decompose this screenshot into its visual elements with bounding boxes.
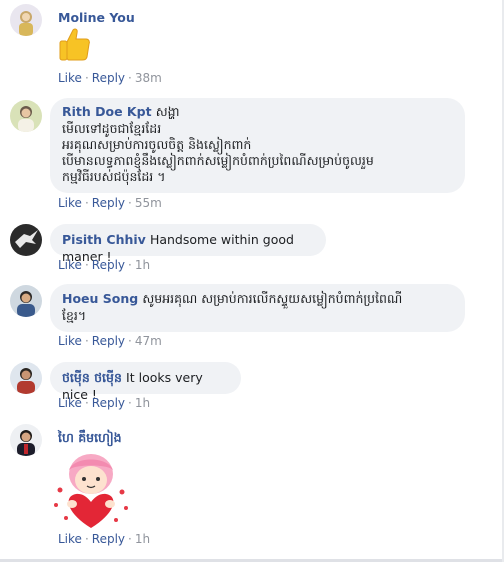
comment-text: សង្ហា: [155, 104, 180, 119]
comment-text-line: អរគុណសម្រាប់ការចូលចិត្ត និងស្លៀកពាក់: [62, 137, 252, 152]
reply-link[interactable]: Reply: [92, 258, 125, 272]
comment-actions: Like · Reply · 55m: [58, 196, 162, 210]
comment-author[interactable]: Hoeu Song: [62, 291, 138, 306]
like-link[interactable]: Like: [58, 71, 82, 85]
separator: ·: [128, 71, 132, 85]
avatar[interactable]: [10, 285, 42, 317]
separator: ·: [84, 258, 89, 272]
reply-link[interactable]: Reply: [92, 71, 125, 85]
separator: ·: [84, 196, 89, 210]
like-link[interactable]: Like: [58, 196, 82, 210]
timestamp[interactable]: 47m: [135, 334, 162, 348]
like-link[interactable]: Like: [58, 396, 82, 410]
separator: ·: [128, 334, 132, 348]
comment-author[interactable]: ហៃ គឹមហៀង: [58, 430, 122, 449]
comment-actions: Like · Reply · 38m: [58, 71, 162, 85]
comment-actions: Like · Reply · 1h: [58, 396, 150, 410]
separator: ·: [84, 396, 89, 410]
comment-text-line: បើមានលទ្ធភាពខ្ញុំនឹងស្លៀកពាក់សម្លៀកបំពាក…: [62, 153, 374, 168]
separator: ·: [128, 532, 132, 546]
comment-actions: Like · Reply · 1h: [58, 258, 150, 272]
avatar[interactable]: [10, 100, 42, 132]
avatar[interactable]: [10, 4, 42, 36]
like-link[interactable]: Like: [58, 532, 82, 546]
timestamp[interactable]: 1h: [135, 396, 150, 410]
comment-bubble: Pisith Chhiv Handsome within good maner …: [50, 224, 326, 264]
separator: ·: [84, 532, 89, 546]
timestamp[interactable]: 1h: [135, 258, 150, 272]
like-link[interactable]: Like: [58, 258, 82, 272]
separator: ·: [128, 258, 132, 272]
separator: ·: [128, 396, 132, 410]
comment-bubble: ថម៉ើន ថម៉ើន It looks very nice !: [50, 362, 241, 402]
comment-bubble: Hoeu Song សូមអរគុណ សម្រាប់ការលើកស្ទួយសម្…: [50, 284, 465, 332]
comment-text-line: កម្មវិធីរបស់ជប៉ុនដែរ ។: [62, 169, 166, 184]
comment-actions: Like · Reply · 47m: [58, 334, 162, 348]
comment-actions: Like · Reply · 1h: [58, 532, 150, 546]
avatar[interactable]: [10, 424, 42, 456]
separator: ·: [84, 71, 89, 85]
comment-author[interactable]: Pisith Chhiv: [62, 232, 146, 247]
reply-link[interactable]: Reply: [92, 196, 125, 210]
comment-author[interactable]: Moline You: [58, 10, 135, 25]
comment-author[interactable]: Rith Doe Kpt: [62, 104, 152, 119]
avatar[interactable]: [10, 362, 42, 394]
girl-heart-sticker: [50, 450, 132, 530]
avatar[interactable]: [10, 224, 42, 256]
reply-link[interactable]: Reply: [92, 396, 125, 410]
reply-link[interactable]: Reply: [92, 334, 125, 348]
comment-text: សូមអរគុណ សម្រាប់ការលើកស្ទួយសម្លៀកបំពាក់ប…: [142, 291, 403, 306]
comment-text-line: មើលទៅដូចជាខ្មែរដែរ: [62, 121, 162, 136]
comment-text-line: ខ្មែរ។: [62, 308, 87, 323]
separator: ·: [84, 334, 89, 348]
comment-bubble: Rith Doe Kpt សង្ហា មើលទៅដូចជាខ្មែរដែរ អរ…: [50, 98, 465, 193]
thumbs-up-emoji: [58, 26, 92, 62]
comment-author[interactable]: ថម៉ើន ថម៉ើន: [62, 370, 122, 385]
timestamp[interactable]: 1h: [135, 532, 150, 546]
like-link[interactable]: Like: [58, 334, 82, 348]
timestamp[interactable]: 38m: [135, 71, 162, 85]
separator: ·: [128, 196, 132, 210]
timestamp[interactable]: 55m: [135, 196, 162, 210]
reply-link[interactable]: Reply: [92, 532, 125, 546]
